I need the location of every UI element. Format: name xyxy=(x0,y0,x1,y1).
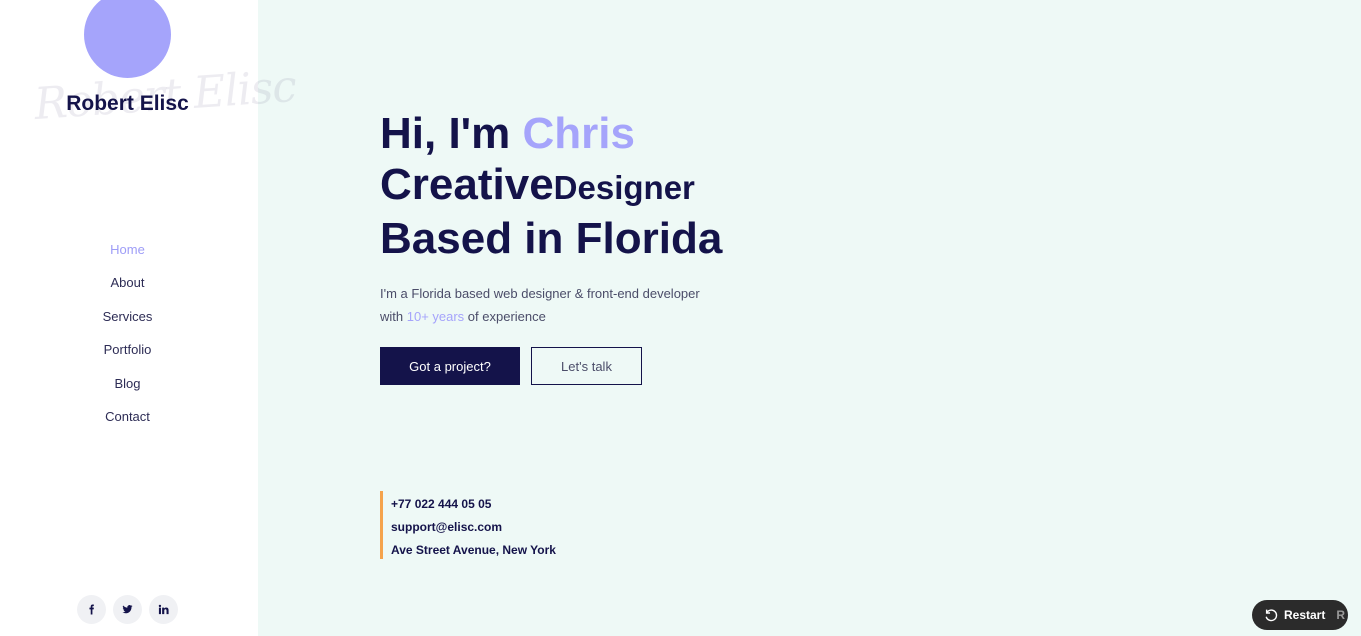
hero-buttons: Got a project? Let's talk xyxy=(380,347,642,385)
intro-post: of experience xyxy=(464,309,546,324)
restart-label: Restart xyxy=(1284,608,1326,622)
hero-role-small: Designer xyxy=(553,169,695,206)
contact-address: Ave Street Avenue, New York xyxy=(391,543,556,557)
brand-name[interactable]: Robert Elisc xyxy=(0,92,255,116)
got-a-project-button[interactable]: Got a project? xyxy=(380,347,520,385)
social-links xyxy=(77,595,178,624)
hero-intro: I'm a Florida based web designer & front… xyxy=(380,282,722,328)
facebook-icon[interactable] xyxy=(77,595,106,624)
lets-talk-button[interactable]: Let's talk xyxy=(531,347,642,385)
nav-item-services[interactable]: Services xyxy=(0,307,255,340)
hero-role-big: Creative xyxy=(380,160,554,209)
hero-name: Chris xyxy=(522,109,635,158)
linkedin-icon[interactable] xyxy=(149,595,178,624)
intro-highlight: 10+ years xyxy=(406,309,465,324)
main-nav: Home About Services Portfolio Blog Conta… xyxy=(0,240,255,440)
nav-item-about[interactable]: About xyxy=(0,273,255,306)
hero-greeting: Hi, I'm xyxy=(380,109,523,158)
avatar xyxy=(84,0,171,78)
nav-item-portfolio[interactable]: Portfolio xyxy=(0,340,255,373)
restart-shortcut: R xyxy=(1336,608,1346,622)
contact-phone[interactable]: +77 022 444 05 05 xyxy=(391,493,556,516)
restart-button[interactable]: Restart R xyxy=(1252,600,1348,630)
hero-greeting-line: Hi, I'm Chris xyxy=(380,108,722,159)
intro-line-1: I'm a Florida based web designer & front… xyxy=(380,286,700,301)
sidebar: Robert Elisc Robert Elisc Home About Ser… xyxy=(0,0,297,636)
nav-item-home[interactable]: Home xyxy=(0,240,255,273)
intro-pre: with xyxy=(380,309,407,324)
twitter-icon[interactable] xyxy=(113,595,142,624)
hero-section: Hi, I'm Chris CreativeDesigner Based in … xyxy=(380,108,722,328)
nav-item-blog[interactable]: Blog xyxy=(0,374,255,407)
hero-role-line: CreativeDesigner xyxy=(380,159,722,213)
hero-location: Based in Florida xyxy=(380,214,723,263)
contact-email[interactable]: support@elisc.com xyxy=(391,516,556,539)
nav-item-contact[interactable]: Contact xyxy=(0,407,255,440)
contact-info: +77 022 444 05 05 support@elisc.com Ave … xyxy=(380,491,556,559)
restart-icon xyxy=(1265,609,1278,622)
